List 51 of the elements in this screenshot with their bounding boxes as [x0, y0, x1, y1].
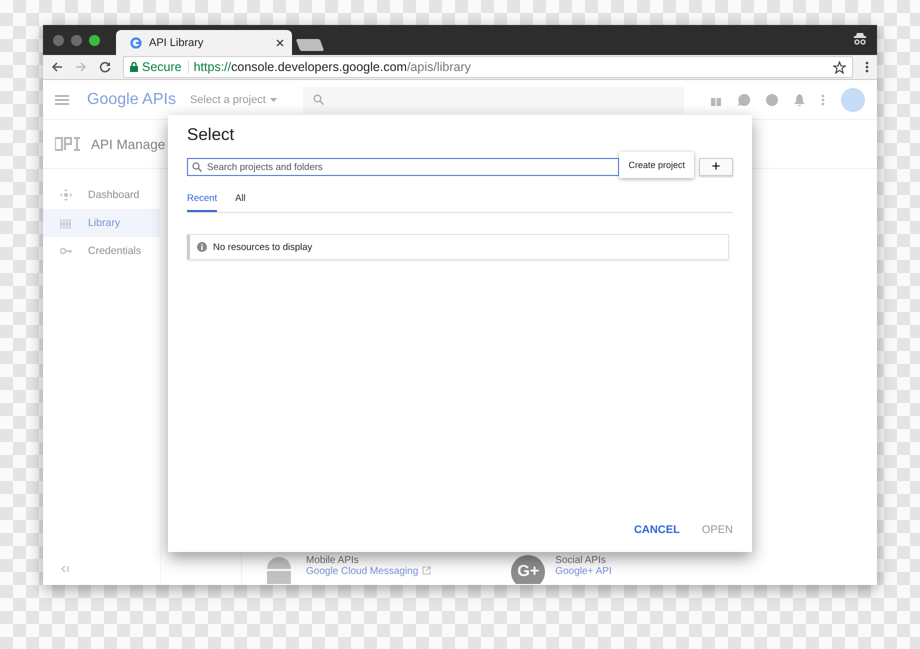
- sidebar-item[interactable]: Library: [43, 209, 160, 237]
- tab[interactable]: All: [235, 188, 246, 212]
- tooltip: Create project: [619, 152, 694, 178]
- external-link-icon[interactable]: [422, 566, 432, 575]
- new-tab-button[interactable]: [296, 39, 324, 51]
- back-icon[interactable]: [51, 61, 63, 73]
- search-icon: [312, 94, 324, 105]
- collapse-icon[interactable]: [61, 565, 69, 573]
- search-field[interactable]: [302, 86, 684, 112]
- api-logo-icon: [55, 137, 81, 151]
- info-icon: [197, 242, 207, 252]
- bell-icon[interactable]: [794, 94, 805, 106]
- avatar[interactable]: [841, 88, 865, 112]
- reload-icon[interactable]: [99, 61, 111, 73]
- lock-icon: [130, 62, 138, 72]
- key-icon: [60, 245, 72, 257]
- card-title: Mobile APIs: [306, 555, 360, 566]
- menu-icon[interactable]: [55, 94, 69, 104]
- browser-tab[interactable]: API Library: [116, 30, 292, 55]
- maximize-window-button[interactable]: [89, 34, 100, 46]
- sidebar-item[interactable]: Credentials: [43, 237, 160, 265]
- url-text: https://console.developers.google.com/apis/library: [194, 60, 472, 74]
- add-button[interactable]: +: [699, 158, 733, 176]
- forward-icon[interactable]: [75, 61, 87, 73]
- star-icon[interactable]: [833, 60, 846, 74]
- api-link[interactable]: Google Cloud Messaging: [306, 566, 418, 577]
- close-window-button[interactable]: [53, 34, 64, 46]
- sidebar-title: API Manage: [91, 136, 166, 152]
- app-logo[interactable]: Google APIs: [87, 90, 176, 108]
- more-icon[interactable]: [865, 61, 869, 73]
- caret-icon: [270, 98, 277, 102]
- close-icon[interactable]: [276, 38, 284, 46]
- dashboard-icon: [60, 189, 72, 201]
- secure-label: Secure: [142, 60, 182, 74]
- feedback-icon[interactable]: [738, 94, 750, 106]
- library-icon: [60, 217, 72, 229]
- sidebar-item[interactable]: Dashboard: [43, 181, 160, 209]
- google-g-icon: [130, 36, 142, 48]
- minimize-window-button[interactable]: [71, 34, 82, 46]
- tab[interactable]: Recent: [187, 188, 218, 212]
- address-bar[interactable]: Secure https://console.developers.google.com/apis/library: [123, 56, 853, 78]
- dialog-title: Select: [187, 125, 236, 145]
- incognito-icon: [853, 33, 867, 45]
- dialog-button[interactable]: CANCEL: [634, 520, 680, 540]
- card-title: Social APIs: [555, 555, 607, 566]
- empty-message: No resources to display: [213, 242, 312, 252]
- project-picker[interactable]: Select a project: [190, 94, 277, 106]
- search-icon: [192, 162, 202, 172]
- search-field[interactable]: Search projects and folders: [187, 158, 620, 176]
- google-plus-logo: G+: [511, 555, 546, 584]
- api-link[interactable]: Google+ API: [555, 566, 612, 577]
